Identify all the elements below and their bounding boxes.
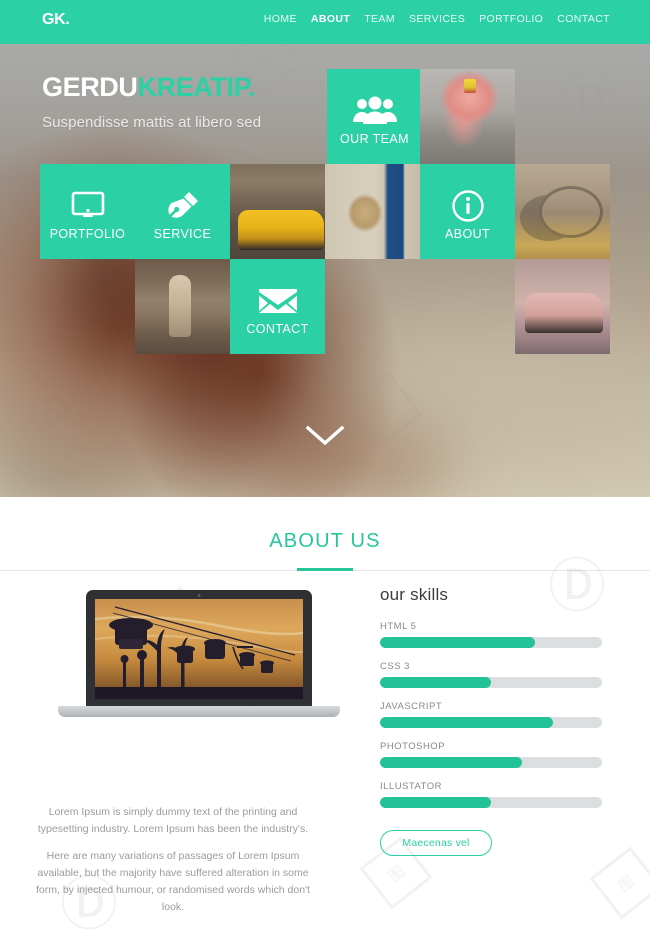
skill-progress-track bbox=[380, 757, 602, 768]
scroll-down-button[interactable] bbox=[305, 424, 345, 448]
skill-progress-track bbox=[380, 797, 602, 808]
skill-progress-track bbox=[380, 637, 602, 648]
watermark-decoration: 图 bbox=[589, 846, 650, 920]
skill-progress-fill bbox=[380, 677, 491, 688]
skill-progress-track bbox=[380, 677, 602, 688]
section-divider-accent bbox=[297, 568, 353, 571]
skill-progress-fill bbox=[380, 637, 536, 648]
skill-item: CSS 3 bbox=[380, 661, 602, 688]
skills-title: our skills bbox=[380, 585, 449, 604]
laptop-body bbox=[86, 590, 312, 708]
tile-our-team[interactable]: OUR TEAM bbox=[327, 69, 422, 164]
about-section: ABOUT US Ⓓ 图 Ⓓ 图 图 bbox=[0, 497, 650, 935]
nav-item-contact[interactable]: CONTACT bbox=[557, 13, 610, 25]
skill-item: PHOTOSHOP bbox=[380, 741, 602, 768]
skill-item: HTML 5 bbox=[380, 621, 602, 648]
site-header: GK. HOME ABOUT TEAM SERVICES PORTFOLIO C… bbox=[0, 0, 650, 44]
skill-item: JAVASCRIPT bbox=[380, 701, 602, 728]
nav-item-services[interactable]: SERVICES bbox=[409, 13, 465, 25]
maecenas-vel-button[interactable]: Maecenas vel bbox=[380, 830, 492, 856]
skill-item: ILLUSTATOR bbox=[380, 781, 602, 808]
skill-label: CSS 3 bbox=[380, 661, 410, 672]
photo-bicycles-autumn[interactable] bbox=[515, 164, 610, 259]
main-navigation: HOME ABOUT TEAM SERVICES PORTFOLIO CONTA… bbox=[264, 13, 610, 25]
skill-label: PHOTOSHOP bbox=[380, 741, 446, 752]
about-paragraph: Here are many variations of passages of … bbox=[36, 850, 310, 913]
skills-panel: our skills HTML 5 CSS 3 JAVASCRIPT PHOTO… bbox=[380, 585, 602, 821]
tile-label-our-team: OUR TEAM bbox=[340, 132, 409, 146]
nav-item-team[interactable]: TEAM bbox=[364, 13, 395, 25]
photo-child-vintage[interactable] bbox=[135, 259, 230, 354]
envelope-icon bbox=[230, 281, 325, 321]
laptop-base bbox=[58, 706, 340, 717]
pen-nib-icon bbox=[135, 186, 230, 226]
hero-section: GERDUKREATIP. Suspendisse mattis at libe… bbox=[0, 44, 650, 497]
photo-pink-truck[interactable] bbox=[515, 259, 610, 354]
nav-item-portfolio[interactable]: PORTFOLIO bbox=[479, 13, 543, 25]
tile-portfolio[interactable]: PORTFOLIO bbox=[40, 164, 135, 259]
webcam-icon bbox=[197, 594, 201, 597]
skill-progress-fill bbox=[380, 757, 523, 768]
landing-page: GK. HOME ABOUT TEAM SERVICES PORTFOLIO C… bbox=[0, 0, 650, 935]
tile-contact[interactable]: CONTACT bbox=[230, 259, 325, 354]
skill-label: JAVASCRIPT bbox=[380, 701, 443, 712]
tile-label-service: SERVICE bbox=[153, 227, 212, 241]
tile-label-about: ABOUT bbox=[444, 227, 491, 241]
about-paragraph: Lorem Ipsum is simply dummy text of the … bbox=[37, 806, 309, 835]
monitor-icon bbox=[40, 186, 135, 226]
laptop-mockup bbox=[58, 590, 340, 720]
about-section-title: ABOUT US bbox=[269, 530, 381, 552]
tile-about[interactable]: ABOUT bbox=[420, 164, 515, 259]
photo-dog-blue-door[interactable] bbox=[325, 164, 420, 259]
laptop-screen-image bbox=[95, 599, 303, 699]
photo-flamingo-costume[interactable] bbox=[420, 69, 515, 164]
chevron-down-icon bbox=[305, 425, 345, 446]
site-logo[interactable]: GK. bbox=[42, 11, 70, 29]
nav-item-about[interactable]: ABOUT bbox=[311, 13, 350, 25]
tile-label-contact: CONTACT bbox=[246, 322, 309, 336]
skill-label: HTML 5 bbox=[380, 621, 417, 632]
nav-item-home[interactable]: HOME bbox=[264, 13, 297, 25]
tile-service[interactable]: SERVICE bbox=[135, 164, 230, 259]
skill-progress-fill bbox=[380, 717, 554, 728]
info-circle-icon bbox=[420, 186, 515, 226]
photo-yellow-taxi[interactable] bbox=[230, 164, 325, 259]
users-icon bbox=[327, 91, 422, 131]
skill-label: ILLUSTATOR bbox=[380, 781, 443, 792]
about-text-block: Lorem Ipsum is simply dummy text of the … bbox=[28, 804, 318, 926]
skill-progress-fill bbox=[380, 797, 491, 808]
tile-label-portfolio: PORTFOLIO bbox=[49, 227, 126, 241]
skill-progress-track bbox=[380, 717, 602, 728]
